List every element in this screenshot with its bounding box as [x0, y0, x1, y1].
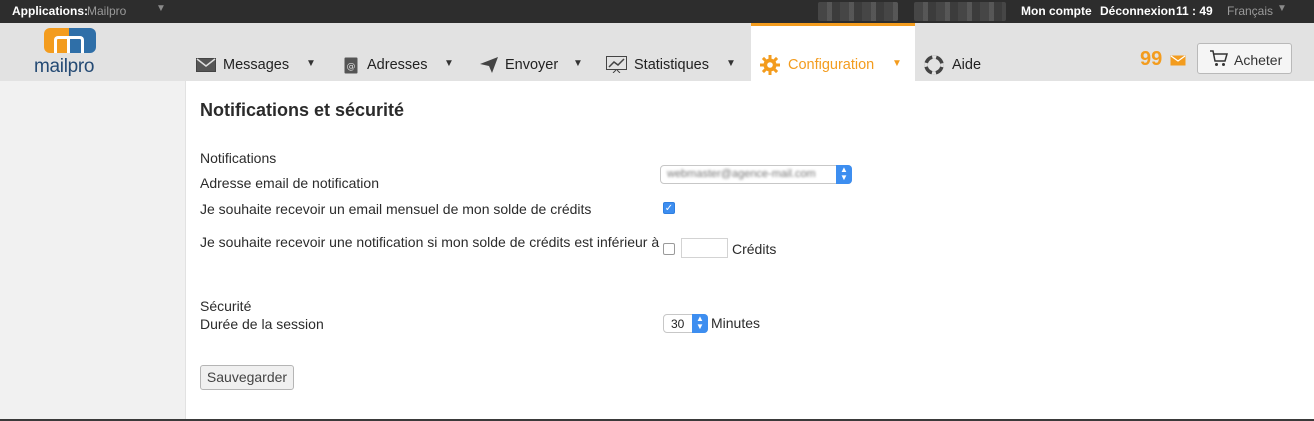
- mailpro-logo[interactable]: mailpro: [34, 27, 108, 79]
- logo-text: mailpro: [34, 56, 95, 77]
- gear-icon: [760, 55, 780, 79]
- monthly-email-checkbox[interactable]: ✓: [663, 202, 675, 214]
- tab-label: Messages: [223, 57, 290, 73]
- notification-email-select[interactable]: webmaster@agence-mail.com ▲ ▼: [660, 165, 852, 184]
- lifebuoy-icon: [924, 55, 944, 79]
- tab-configuration[interactable]: Configuration ▼: [751, 23, 915, 81]
- tab-label: Aide: [952, 57, 982, 73]
- chevron-down-icon[interactable]: ▼: [892, 58, 902, 69]
- envelope-icon: [196, 58, 216, 76]
- chevron-down-icon[interactable]: ▼: [573, 58, 583, 69]
- save-button[interactable]: Sauvegarder: [200, 365, 294, 390]
- tab-aide[interactable]: Aide: [924, 23, 994, 81]
- left-sidebar: [0, 81, 186, 421]
- session-duration-value: 30: [671, 317, 685, 331]
- threshold-label: Je souhaite recevoir une notification si…: [200, 234, 660, 250]
- page-title: Notifications et sécurité: [200, 100, 405, 120]
- monthly-email-label: Je souhaite recevoir un email mensuel de…: [200, 201, 592, 217]
- chevron-down-icon[interactable]: ▼: [1277, 3, 1287, 14]
- credits-unit-label: Crédits: [732, 241, 777, 257]
- tab-label: Configuration: [788, 57, 875, 73]
- notifications-section-title: Notifications: [200, 150, 277, 166]
- send-icon: [480, 57, 498, 77]
- notification-email-value: webmaster@agence-mail.com: [667, 168, 816, 180]
- language-select[interactable]: Français: [1227, 4, 1273, 18]
- tab-statistiques[interactable]: Statistiques ▼: [604, 23, 744, 81]
- threshold-checkbox[interactable]: [663, 243, 675, 255]
- buy-label: Acheter: [1234, 52, 1283, 68]
- applications-select[interactable]: Mailpro: [87, 4, 126, 18]
- chevron-down-icon[interactable]: ▼: [726, 58, 736, 69]
- applications-label: Applications:: [12, 4, 89, 18]
- svg-text:@: @: [347, 62, 356, 72]
- minutes-unit-label: Minutes: [711, 315, 761, 331]
- account-link[interactable]: Mon compte: [1021, 4, 1092, 18]
- chart-icon: [606, 56, 627, 77]
- select-arrows-icon: ▲ ▼: [692, 314, 708, 333]
- tab-label: Envoyer: [505, 57, 559, 73]
- threshold-credits-input[interactable]: [681, 238, 728, 258]
- tab-label: Adresses: [367, 57, 428, 73]
- clock: 11 : 49: [1176, 4, 1213, 18]
- tab-label: Statistiques: [634, 57, 709, 73]
- top-bar: Applications: Mailpro ▼ Mon compte Décon…: [0, 0, 1314, 23]
- select-arrows-icon: ▲ ▼: [836, 165, 852, 184]
- notification-email-label: Adresse email de notification: [200, 175, 379, 191]
- credits-count[interactable]: 99: [1140, 48, 1162, 71]
- cart-icon: [1210, 50, 1228, 70]
- chevron-down-icon[interactable]: ▼: [306, 58, 316, 69]
- logout-link[interactable]: Déconnexion: [1100, 4, 1175, 18]
- session-duration-label: Durée de la session: [200, 316, 324, 332]
- address-book-icon: @: [344, 57, 358, 78]
- tab-adresses[interactable]: @ Adresses ▼: [338, 23, 464, 81]
- envelope-icon[interactable]: [1170, 53, 1186, 71]
- chevron-down-icon[interactable]: ▼: [444, 58, 454, 69]
- tab-envoyer[interactable]: Envoyer ▼: [476, 23, 594, 81]
- session-duration-select[interactable]: 30 ▲ ▼: [663, 314, 708, 333]
- blurred-user-info: [818, 2, 898, 21]
- logo-mark: [44, 28, 96, 53]
- security-section-title: Sécurité: [200, 298, 252, 314]
- tab-messages[interactable]: Messages ▼: [190, 23, 326, 81]
- buy-button[interactable]: Acheter: [1197, 43, 1292, 74]
- chevron-down-icon[interactable]: ▼: [156, 3, 166, 14]
- settings-content: Notifications et sécurité Notifications …: [186, 81, 1314, 419]
- blurred-user-info: [914, 2, 1006, 21]
